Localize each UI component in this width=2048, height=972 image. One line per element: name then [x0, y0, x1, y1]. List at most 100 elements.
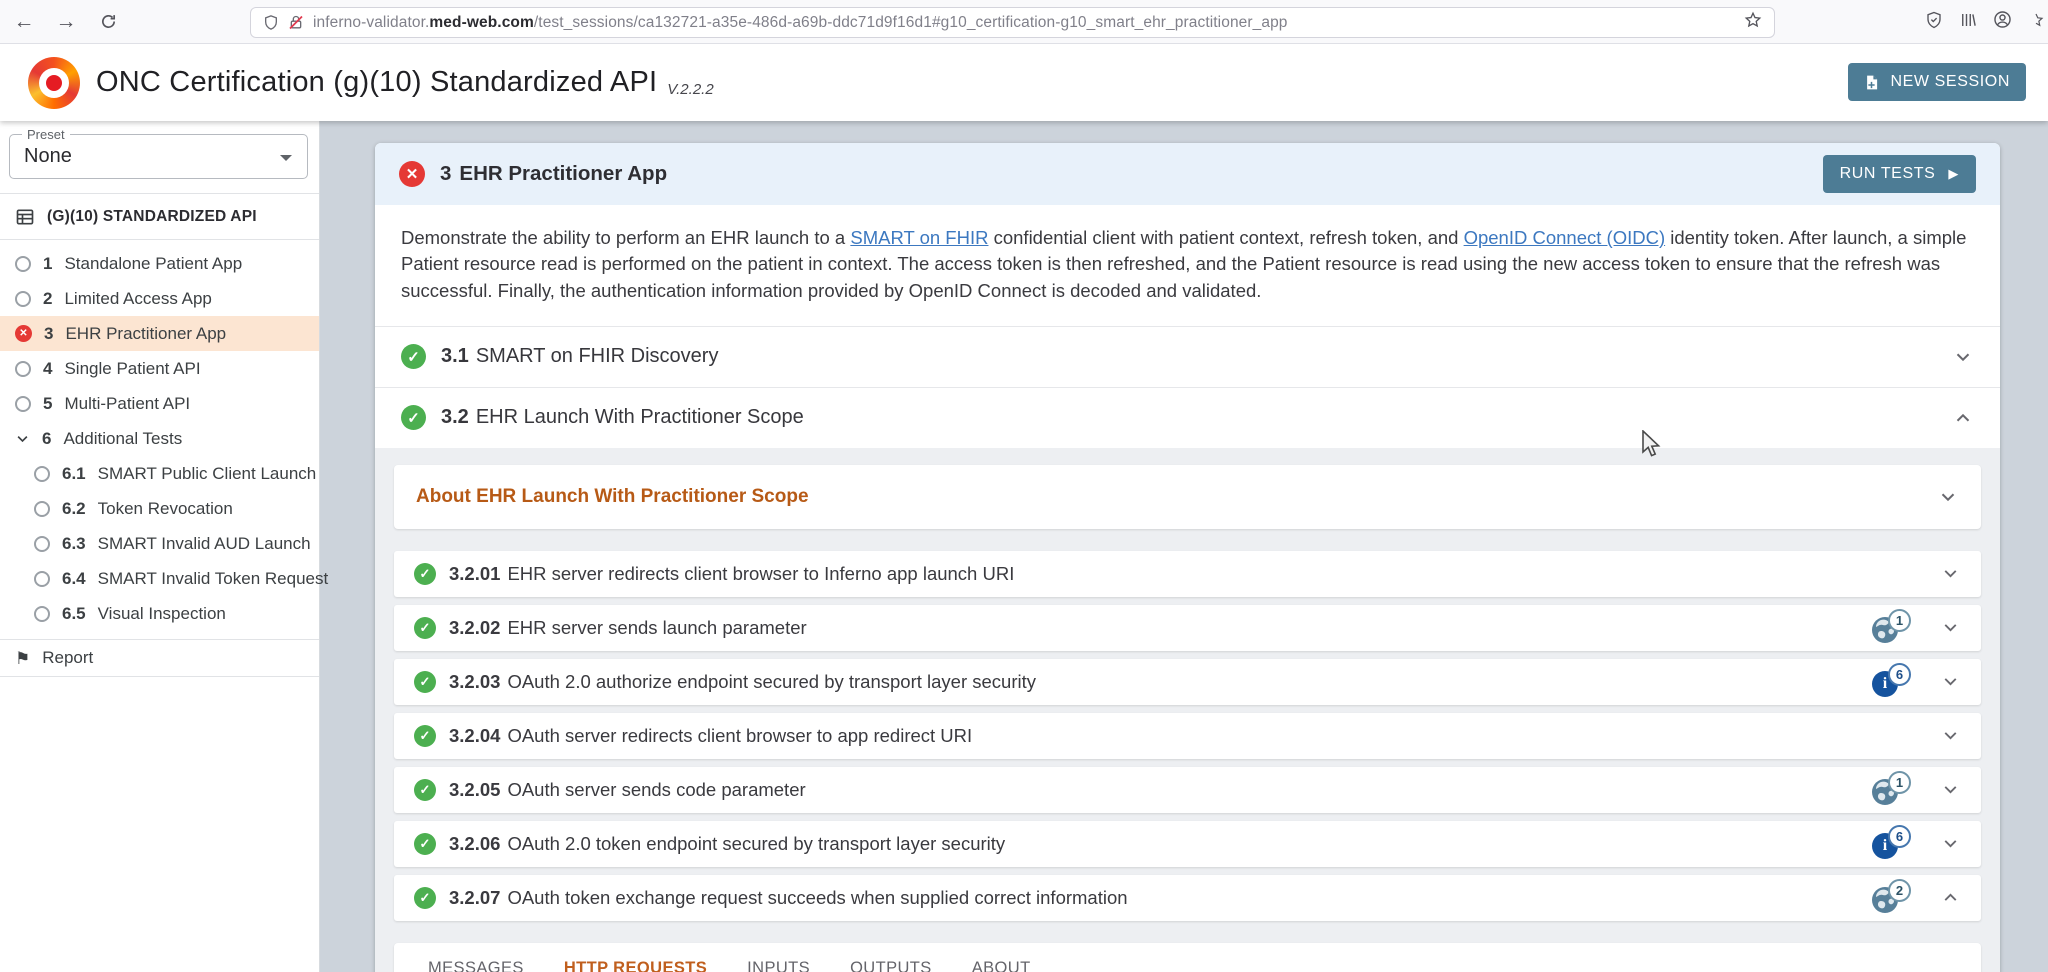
radio-icon	[34, 501, 50, 517]
sidebar-item-single-patient-api[interactable]: 4 Single Patient API	[0, 351, 319, 386]
chevron-down-icon[interactable]	[1940, 671, 1961, 692]
request-count-badge[interactable]: 1	[1868, 608, 1926, 648]
badge-count: 6	[1888, 825, 1911, 848]
lock-disabled-icon[interactable]	[288, 14, 304, 31]
run-tests-label: RUN TESTS	[1840, 165, 1936, 183]
badge-count: 1	[1888, 771, 1911, 794]
success-check-icon: ✓	[414, 617, 436, 639]
sidebar-suite-header[interactable]: (G)(10) STANDARDIZED API	[0, 194, 319, 239]
extensions-icon[interactable]	[2028, 11, 2044, 34]
about-title: About EHR Launch With Practitioner Scope	[416, 486, 809, 508]
item-label: Multi-Patient API	[64, 394, 190, 414]
sidebar-item-limited-access-app[interactable]: 2 Limited Access App	[0, 281, 319, 316]
account-icon[interactable]	[1993, 10, 2012, 34]
sidebar-item-smart-invalid-aud-launch[interactable]: 6.3 SMART Invalid AUD Launch	[0, 526, 319, 561]
item-number: 6.5	[62, 604, 86, 624]
sidebar-item-ehr-practitioner-app[interactable]: ✕ 3 EHR Practitioner App	[0, 316, 319, 351]
radio-icon	[34, 606, 50, 622]
bookmark-star-icon[interactable]	[1744, 11, 1762, 34]
openid-connect-link[interactable]: OpenID Connect (OIDC)	[1464, 227, 1666, 248]
tab-outputs[interactable]: OUTPUTS	[830, 943, 952, 972]
test-row-3-2-05[interactable]: ✓ 3.2.05OAuth server sends code paramete…	[394, 767, 1981, 813]
test-row-3-2-06[interactable]: ✓ 3.2.06OAuth 2.0 token endpoint secured…	[394, 821, 1981, 867]
app-version: V.2.2.2	[667, 81, 713, 98]
suite-title: (G)(10) STANDARDIZED API	[47, 208, 257, 226]
sidebar-item-standalone-patient-app[interactable]: 1 Standalone Patient App	[0, 246, 319, 281]
about-section[interactable]: About EHR Launch With Practitioner Scope	[394, 465, 1981, 529]
test-row-3-2-07[interactable]: ✓ 3.2.07OAuth token exchange request suc…	[394, 875, 1981, 921]
chevron-down-icon[interactable]	[1940, 563, 1961, 584]
sidebar-item-visual-inspection[interactable]: 6.5 Visual Inspection	[0, 596, 319, 631]
chevron-down-icon[interactable]	[1940, 779, 1961, 800]
sidebar-item-token-revocation[interactable]: 6.2 Token Revocation	[0, 491, 319, 526]
chevron-down-icon	[280, 155, 292, 161]
url-bar[interactable]: inferno-validator.med-web.com/test_sessi…	[250, 7, 1775, 38]
test-detail-panel: MESSAGES HTTP REQUESTS INPUTS OUTPUTS AB…	[394, 943, 1981, 972]
test-row-3-2-04[interactable]: ✓ 3.2.04OAuth server redirects client br…	[394, 713, 1981, 759]
request-count-badge[interactable]: 2	[1868, 878, 1926, 918]
divider	[0, 239, 319, 240]
test-group-row-3-2[interactable]: ✓ 3.2EHR Launch With Practitioner Scope	[375, 388, 2000, 448]
group-row-label: 3.1SMART on FHIR Discovery	[441, 345, 718, 368]
test-row-3-2-01[interactable]: ✓ 3.2.01EHR server redirects client brow…	[394, 551, 1981, 597]
message-count-badge[interactable]: i 6	[1868, 824, 1926, 864]
sidebar-item-report[interactable]: ⚑ Report	[0, 640, 319, 677]
test-label: 3.2.03OAuth 2.0 authorize endpoint secur…	[449, 671, 1036, 693]
badge-count: 1	[1888, 609, 1911, 632]
test-suite-icon	[15, 207, 35, 227]
sidebar-item-smart-invalid-token-request[interactable]: 6.4 SMART Invalid Token Request	[0, 561, 319, 596]
tab-inputs[interactable]: INPUTS	[727, 943, 830, 972]
preset-select[interactable]: Preset None	[9, 134, 308, 179]
detail-tabbar: MESSAGES HTTP REQUESTS INPUTS OUTPUTS AB…	[408, 943, 1967, 972]
smart-on-fhir-link[interactable]: SMART on FHIR	[850, 227, 988, 248]
chevron-down-icon[interactable]	[1952, 346, 1974, 368]
chevron-down-icon[interactable]	[1940, 833, 1961, 854]
app-title: ONC Certification (g)(10) Standardized A…	[96, 66, 657, 99]
chevron-down-icon[interactable]	[1940, 725, 1961, 746]
item-label: Visual Inspection	[98, 604, 226, 624]
chevron-down-icon[interactable]	[1937, 486, 1959, 508]
preset-value: None	[24, 145, 72, 168]
test-row-3-2-02[interactable]: ✓ 3.2.02EHR server sends launch paramete…	[394, 605, 1981, 651]
error-icon: ✕	[15, 325, 32, 342]
chevron-down-icon[interactable]	[1940, 617, 1961, 638]
sidebar-item-multi-patient-api[interactable]: 5 Multi-Patient API	[0, 386, 319, 421]
request-count-badge[interactable]: 1	[1868, 770, 1926, 810]
tab-messages[interactable]: MESSAGES	[408, 943, 544, 972]
reload-icon[interactable]	[90, 4, 126, 40]
radio-icon	[34, 536, 50, 552]
radio-icon	[15, 396, 31, 412]
item-number: 6.4	[62, 569, 86, 589]
forward-icon[interactable]: →	[48, 4, 84, 40]
back-icon[interactable]: ←	[6, 4, 42, 40]
radio-icon	[34, 571, 50, 587]
flag-icon: ⚑	[15, 650, 30, 667]
success-check-icon: ✓	[414, 671, 436, 693]
sidebar-item-smart-public-client-launch[interactable]: 6.1 SMART Public Client Launch	[0, 456, 319, 491]
tab-about[interactable]: ABOUT	[952, 943, 1051, 972]
chevron-up-icon[interactable]	[1940, 887, 1961, 908]
chevron-up-icon[interactable]	[1952, 407, 1974, 429]
item-number: 2	[43, 289, 52, 309]
sidebar-item-additional-tests[interactable]: 6 Additional Tests	[0, 421, 319, 456]
message-count-badge[interactable]: i 6	[1868, 662, 1926, 702]
new-session-label: NEW SESSION	[1890, 73, 2010, 91]
test-row-3-2-03[interactable]: ✓ 3.2.03OAuth 2.0 authorize endpoint sec…	[394, 659, 1981, 705]
success-check-icon: ✓	[414, 563, 436, 585]
toolbar-right-icons	[1925, 0, 2044, 44]
item-label: Additional Tests	[63, 429, 182, 449]
url-text: inferno-validator.med-web.com/test_sessi…	[313, 14, 1288, 32]
item-label: Token Revocation	[98, 499, 233, 519]
item-number: 6.2	[62, 499, 86, 519]
run-tests-button[interactable]: RUN TESTS ▶	[1823, 155, 1976, 193]
item-label: Report	[42, 648, 93, 668]
test-group-row-3-1[interactable]: ✓ 3.1SMART on FHIR Discovery	[375, 327, 2000, 387]
success-check-icon: ✓	[414, 779, 436, 801]
library-icon[interactable]	[1959, 11, 1977, 34]
new-session-button[interactable]: NEW SESSION	[1848, 63, 2026, 101]
pocket-shield-icon[interactable]	[1925, 11, 1943, 34]
sidebar: Preset None (G)(10) STANDARDIZED API 1 S…	[0, 121, 320, 972]
tab-http-requests[interactable]: HTTP REQUESTS	[544, 943, 727, 972]
shield-icon[interactable]	[263, 14, 279, 31]
test-label: 3.2.02EHR server sends launch parameter	[449, 617, 807, 639]
